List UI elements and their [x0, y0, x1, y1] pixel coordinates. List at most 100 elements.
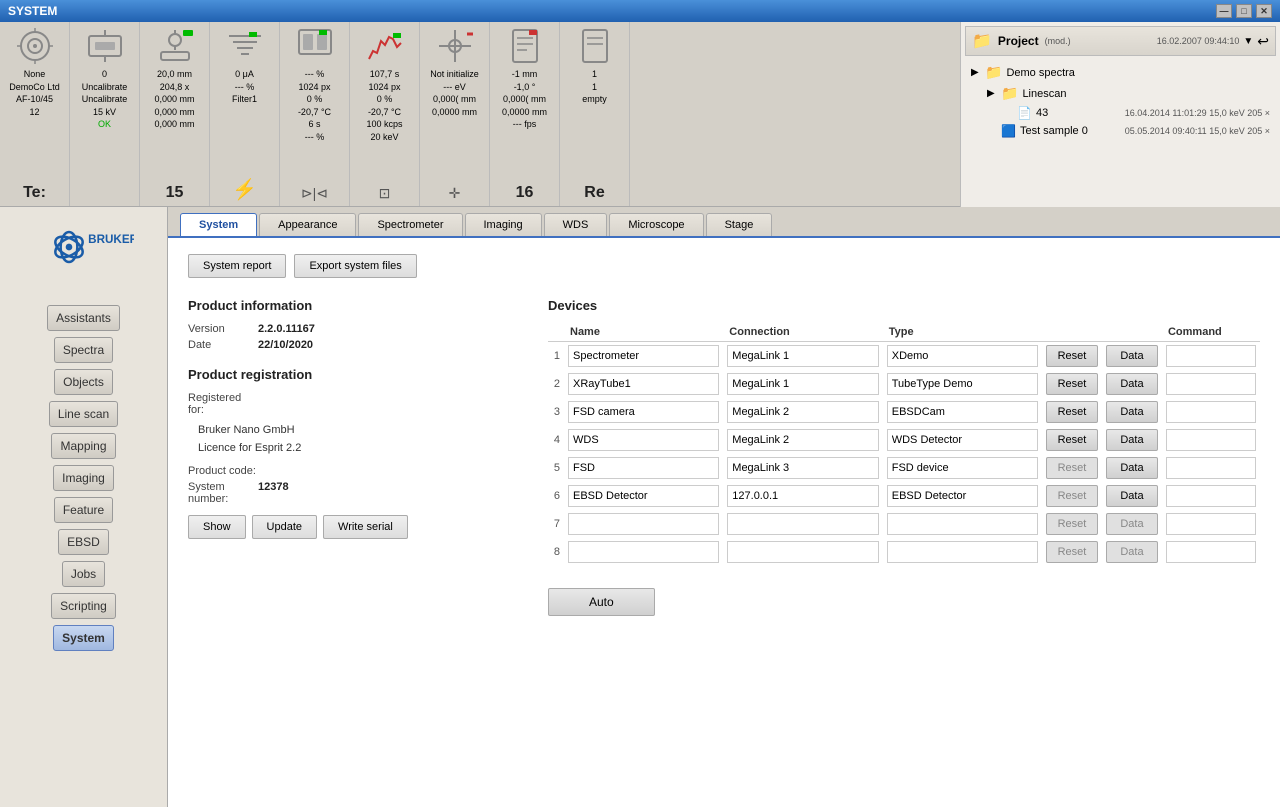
device-name-input[interactable]	[568, 457, 719, 479]
device-type-input[interactable]	[887, 373, 1038, 395]
device-name-input[interactable]	[568, 345, 719, 367]
tab-system[interactable]: System	[180, 213, 257, 236]
device-reset-button[interactable]: Reset	[1046, 401, 1098, 423]
export-system-files-button[interactable]: Export system files	[294, 254, 416, 278]
device-data-button[interactable]: Data	[1106, 513, 1158, 535]
device-command-input[interactable]	[1166, 429, 1256, 451]
tree-item-test-sample[interactable]: 🟦 Test sample 0 05.05.2014 09:40:11 15,0…	[967, 122, 1274, 140]
device-reset-button[interactable]: Reset	[1046, 485, 1098, 507]
device-type-input[interactable]	[887, 429, 1038, 451]
toolbar-detector[interactable]: --- % 1024 px 0 % -20,7 °C 6 s --- % ⊳|⊲	[280, 22, 350, 206]
product-registration-section: Product registration Registered for: Bru…	[188, 367, 508, 539]
device-data-button[interactable]: Data	[1106, 485, 1158, 507]
minimize-button[interactable]: —	[1216, 4, 1232, 18]
device-reset-button[interactable]: Reset	[1046, 457, 1098, 479]
expand-icon-linescan[interactable]: ▶	[987, 88, 999, 99]
tab-microscope[interactable]: Microscope	[609, 213, 703, 236]
device-command-input[interactable]	[1166, 541, 1256, 563]
update-button[interactable]: Update	[252, 515, 317, 539]
toolbar-stage[interactable]: 0 Uncalibrate Uncalibrate 15 kV OK	[70, 22, 140, 206]
device-connection-cell	[723, 342, 882, 371]
sidebar-btn-scripting[interactable]: Scripting	[51, 593, 116, 619]
device-type-input[interactable]	[887, 401, 1038, 423]
folder-icon: 📁	[985, 64, 1002, 81]
maximize-button[interactable]: □	[1236, 4, 1252, 18]
device-data-button[interactable]: Data	[1106, 345, 1158, 367]
sidebar-btn-mapping[interactable]: Mapping	[51, 433, 115, 459]
device-reset-button[interactable]: Reset	[1046, 345, 1098, 367]
device-reset-cell: Reset	[1042, 510, 1102, 538]
auto-button[interactable]: Auto	[548, 588, 655, 616]
device-type-input[interactable]	[887, 457, 1038, 479]
device-type-input[interactable]	[887, 513, 1038, 535]
device-connection-input[interactable]	[727, 457, 878, 479]
sidebar-btn-assistants[interactable]: Assistants	[47, 305, 120, 331]
device-name-cell	[564, 454, 723, 482]
toolbar-report[interactable]: -1 mm -1,0 ° 0,000( mm 0,0000 mm --- fps…	[490, 22, 560, 206]
device-command-input[interactable]	[1166, 457, 1256, 479]
tab-stage[interactable]: Stage	[706, 213, 773, 236]
device-name-input[interactable]	[568, 401, 719, 423]
write-serial-button[interactable]: Write serial	[323, 515, 408, 539]
tree-item-linescan[interactable]: ▶ 📁 Linescan	[967, 83, 1274, 104]
device-name-input[interactable]	[568, 513, 719, 535]
tab-wds[interactable]: WDS	[544, 213, 608, 236]
tree-item-43[interactable]: 📄 43 16.04.2014 11:01:29 15,0 keV 205 ×	[967, 104, 1274, 122]
device-data-button[interactable]: Data	[1106, 401, 1158, 423]
device-reset-button[interactable]: Reset	[1046, 373, 1098, 395]
device-type-input[interactable]	[887, 485, 1038, 507]
system-report-button[interactable]: System report	[188, 254, 286, 278]
sidebar-btn-line-scan[interactable]: Line scan	[49, 401, 118, 427]
device-type-input[interactable]	[887, 345, 1038, 367]
device-command-input[interactable]	[1166, 345, 1256, 367]
toolbar-spectrum[interactable]: 107,7 s 1024 px 0 % -20,7 °C 100 kcps 20…	[350, 22, 420, 206]
device-connection-input[interactable]	[727, 429, 878, 451]
sidebar-btn-feature[interactable]: Feature	[54, 497, 113, 523]
device-connection-input[interactable]	[727, 485, 878, 507]
device-data-button[interactable]: Data	[1106, 541, 1158, 563]
tree-item-demo-spectra[interactable]: ▶ 📁 Demo spectra	[967, 62, 1274, 83]
device-reset-button[interactable]: Reset	[1046, 541, 1098, 563]
device-name-input[interactable]	[568, 485, 719, 507]
show-button[interactable]: Show	[188, 515, 246, 539]
device-data-button[interactable]: Data	[1106, 373, 1158, 395]
device-command-cell	[1162, 454, 1260, 482]
toolbar-coordinates[interactable]: 20,0 mm 204,8 x 0,000 mm 0,000 mm 0,000 …	[140, 22, 210, 206]
device-data-cell: Data	[1102, 426, 1162, 454]
device-connection-input[interactable]	[727, 345, 878, 367]
tab-imaging[interactable]: Imaging	[465, 213, 542, 236]
tab-appearance[interactable]: Appearance	[259, 213, 356, 236]
device-data-button[interactable]: Data	[1106, 429, 1158, 451]
detector-values: --- % 1024 px 0 % -20,7 °C 6 s --- %	[298, 68, 331, 144]
project-dropdown-icon[interactable]: ▼	[1243, 36, 1253, 47]
device-connection-input[interactable]	[727, 401, 878, 423]
device-reset-button[interactable]: Reset	[1046, 429, 1098, 451]
toolbar-wds[interactable]: Not initialize --- eV 0,000( mm 0,0000 m…	[420, 22, 490, 206]
device-connection-input[interactable]	[727, 541, 878, 563]
sidebar-btn-system[interactable]: System	[53, 625, 114, 651]
sidebar-btn-imaging[interactable]: Imaging	[53, 465, 114, 491]
close-button[interactable]: ✕	[1256, 4, 1272, 18]
sidebar-btn-objects[interactable]: Objects	[54, 369, 113, 395]
device-name-input[interactable]	[568, 373, 719, 395]
device-connection-input[interactable]	[727, 513, 878, 535]
device-data-button[interactable]: Data	[1106, 457, 1158, 479]
sidebar-btn-ebsd[interactable]: EBSD	[58, 529, 109, 555]
sidebar-btn-jobs[interactable]: Jobs	[62, 561, 105, 587]
device-name-input[interactable]	[568, 541, 719, 563]
device-type-input[interactable]	[887, 541, 1038, 563]
device-name-input[interactable]	[568, 429, 719, 451]
toolbar-beam[interactable]: None DemoCo Ltd AF-10/45 12 Te:	[0, 22, 70, 206]
device-command-input[interactable]	[1166, 513, 1256, 535]
sidebar-btn-spectra[interactable]: Spectra	[54, 337, 113, 363]
device-connection-input[interactable]	[727, 373, 878, 395]
device-command-input[interactable]	[1166, 373, 1256, 395]
tab-spectrometer[interactable]: Spectrometer	[358, 213, 462, 236]
toolbar-filter[interactable]: 0 μA --- % Filter1 ⚡	[210, 22, 280, 206]
toolbar-re[interactable]: 1 1 empty Re	[560, 22, 630, 206]
device-reset-button[interactable]: Reset	[1046, 513, 1098, 535]
device-command-input[interactable]	[1166, 401, 1256, 423]
device-command-input[interactable]	[1166, 485, 1256, 507]
expand-icon[interactable]: ▶	[971, 67, 983, 78]
project-back-icon[interactable]: ↩	[1257, 33, 1269, 50]
